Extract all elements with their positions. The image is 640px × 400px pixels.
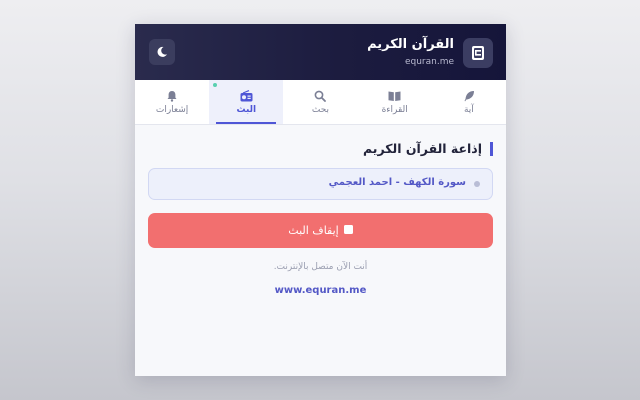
status-dot <box>474 181 480 187</box>
tab-label: إشعارات <box>155 105 189 115</box>
tab-broadcast[interactable]: البث <box>209 80 284 124</box>
header: القرآن الكريم equran.me <box>135 24 506 80</box>
search-icon <box>314 89 327 103</box>
tab-label: آية <box>463 105 474 115</box>
website-link[interactable]: www.equran.me <box>135 285 506 296</box>
stop-icon <box>343 224 353 237</box>
tab-notifications[interactable]: إشعارات <box>135 80 209 124</box>
tab-search[interactable]: بحث <box>283 80 357 124</box>
radio-icon <box>240 89 253 103</box>
now-playing-text: سورة الكهف - احمد العجمي <box>328 177 466 188</box>
moon-icon <box>156 43 168 62</box>
tab-reading[interactable]: القراءة <box>358 80 432 124</box>
app-domain: equran.me <box>404 57 454 67</box>
stop-broadcast-button[interactable]: إيقاف البث <box>148 213 493 248</box>
stop-button-label: إيقاف البث <box>288 224 339 237</box>
theme-toggle-button[interactable] <box>149 39 175 65</box>
feather-icon <box>463 89 475 103</box>
tab-ayah[interactable]: آية <box>432 80 506 124</box>
section-title: إذاعة القرآن الكريم <box>363 142 493 156</box>
book-icon <box>463 38 493 68</box>
tab-label: البث <box>236 105 257 115</box>
bell-icon <box>166 89 178 103</box>
connection-status: أنت الآن متصل بالإنترنت. <box>273 262 368 272</box>
tab-label: القراءة <box>381 105 408 115</box>
tab-label: بحث <box>311 105 330 115</box>
now-playing-card: سورة الكهف - احمد العجمي <box>148 168 493 200</box>
extension-popup: القرآن الكريم equran.me آية القراءة بحث … <box>135 24 506 376</box>
open-book-icon <box>388 89 401 103</box>
app-title: القرآن الكريم <box>367 37 454 52</box>
tab-bar: آية القراءة بحث البث إشعارات <box>135 80 506 125</box>
live-indicator <box>213 83 218 87</box>
